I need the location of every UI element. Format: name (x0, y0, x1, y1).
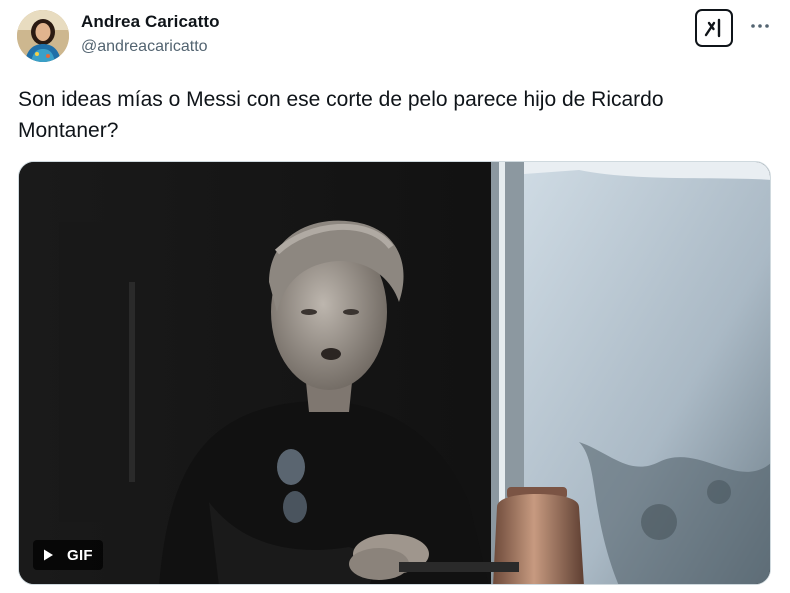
tweet-media-gif[interactable]: GIF (18, 161, 771, 585)
more-options-button[interactable] (748, 14, 772, 38)
gif-badge[interactable]: GIF (33, 540, 103, 570)
author-block[interactable]: Andrea Caricatto @andreacaricatto (81, 11, 220, 58)
gif-frame-image (19, 162, 770, 584)
avatar[interactable] (17, 10, 69, 62)
grok-icon (704, 18, 721, 38)
gif-label: GIF (67, 546, 93, 564)
play-icon (44, 549, 53, 561)
tweet-text: Son ideas mías o Messi con ese corte de … (18, 88, 664, 142)
author-display-name[interactable]: Andrea Caricatto (81, 11, 220, 33)
grok-button[interactable] (695, 9, 733, 47)
author-handle[interactable]: @andreacaricatto (81, 36, 220, 58)
more-options-icon (751, 24, 769, 28)
